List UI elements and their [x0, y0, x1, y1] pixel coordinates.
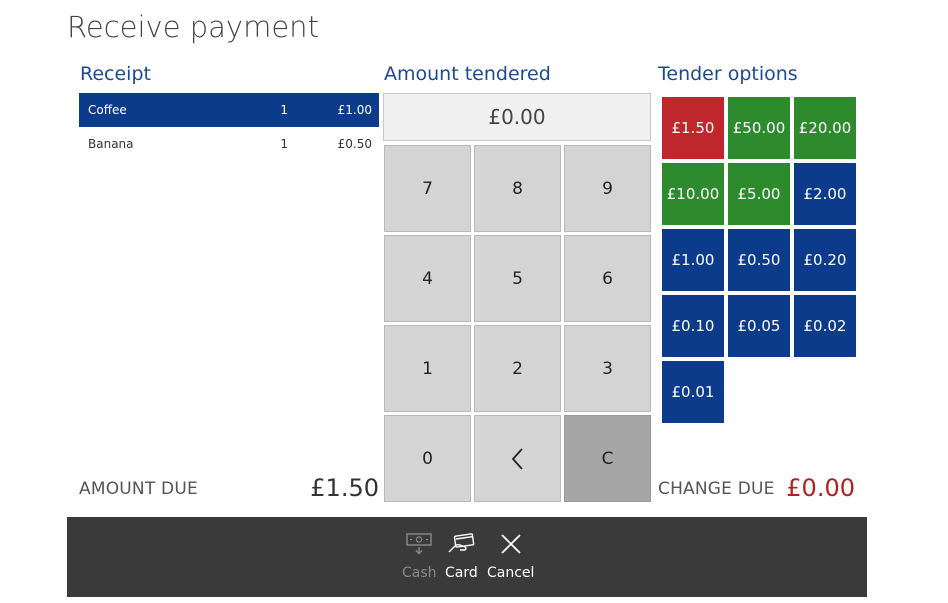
- key-5[interactable]: 5: [474, 235, 561, 322]
- key-7[interactable]: 7: [384, 145, 471, 232]
- item-qty: 1: [280, 103, 288, 117]
- backspace-button[interactable]: [474, 415, 561, 502]
- tender-button[interactable]: £5.00: [728, 163, 790, 225]
- amount-due-label: AMOUNT DUE: [79, 479, 198, 499]
- key-0[interactable]: 0: [384, 415, 471, 502]
- amount-display: £0.00: [383, 93, 651, 141]
- change-due-label: CHANGE DUE: [658, 479, 775, 499]
- clear-button[interactable]: C: [564, 415, 651, 502]
- tender-heading: Tender options: [658, 63, 798, 85]
- cash-button[interactable]: Cash: [402, 531, 437, 581]
- key-2[interactable]: 2: [474, 325, 561, 412]
- item-qty: 1: [280, 137, 288, 151]
- item-price: £0.50: [337, 137, 372, 151]
- key-8[interactable]: 8: [474, 145, 561, 232]
- tender-button[interactable]: £0.02: [794, 295, 856, 357]
- tender-button[interactable]: £20.00: [794, 97, 856, 159]
- key-6[interactable]: 6: [564, 235, 651, 322]
- receipt-row[interactable]: Banana 1 £0.50: [79, 127, 379, 161]
- tender-button[interactable]: £2.00: [794, 163, 856, 225]
- tender-button[interactable]: £0.05: [728, 295, 790, 357]
- key-1[interactable]: 1: [384, 325, 471, 412]
- key-9[interactable]: 9: [564, 145, 651, 232]
- card-icon: [447, 531, 475, 557]
- amount-due-value: £1.50: [310, 474, 379, 502]
- tender-button[interactable]: £1.50: [662, 97, 724, 159]
- tender-button[interactable]: £10.00: [662, 163, 724, 225]
- cash-label: Cash: [402, 565, 437, 581]
- tender-grid: £1.50 £50.00 £20.00 £10.00 £5.00 £2.00 £…: [662, 97, 856, 423]
- cancel-button[interactable]: Cancel: [487, 531, 534, 581]
- tender-button[interactable]: £1.00: [662, 229, 724, 291]
- tender-button[interactable]: £0.01: [662, 361, 724, 423]
- key-4[interactable]: 4: [384, 235, 471, 322]
- key-3[interactable]: 3: [564, 325, 651, 412]
- card-label: Card: [445, 565, 478, 581]
- change-due-value: £0.00: [786, 474, 855, 502]
- keypad: 7 8 9 4 5 6 1 2 3 0 C: [384, 145, 651, 502]
- action-bar: Cash Card Cancel: [67, 517, 867, 597]
- tender-button[interactable]: £0.20: [794, 229, 856, 291]
- page-title: Receive payment: [67, 10, 319, 44]
- tender-button[interactable]: £0.50: [728, 229, 790, 291]
- cancel-label: Cancel: [487, 565, 535, 581]
- tender-button[interactable]: £0.10: [662, 295, 724, 357]
- receipt-row[interactable]: Coffee 1 £1.00: [79, 93, 379, 127]
- receipt-heading: Receipt: [80, 63, 151, 85]
- item-price: £1.00: [337, 103, 372, 117]
- item-name: Coffee: [88, 103, 127, 117]
- amount-heading: Amount tendered: [384, 63, 551, 85]
- item-name: Banana: [88, 137, 134, 151]
- cash-icon: [405, 531, 433, 557]
- close-icon: [497, 531, 525, 557]
- receipt-list: Coffee 1 £1.00 Banana 1 £0.50: [79, 93, 379, 161]
- tender-button[interactable]: £50.00: [728, 97, 790, 159]
- card-button[interactable]: Card: [445, 531, 478, 581]
- chevron-left-icon: [511, 447, 523, 470]
